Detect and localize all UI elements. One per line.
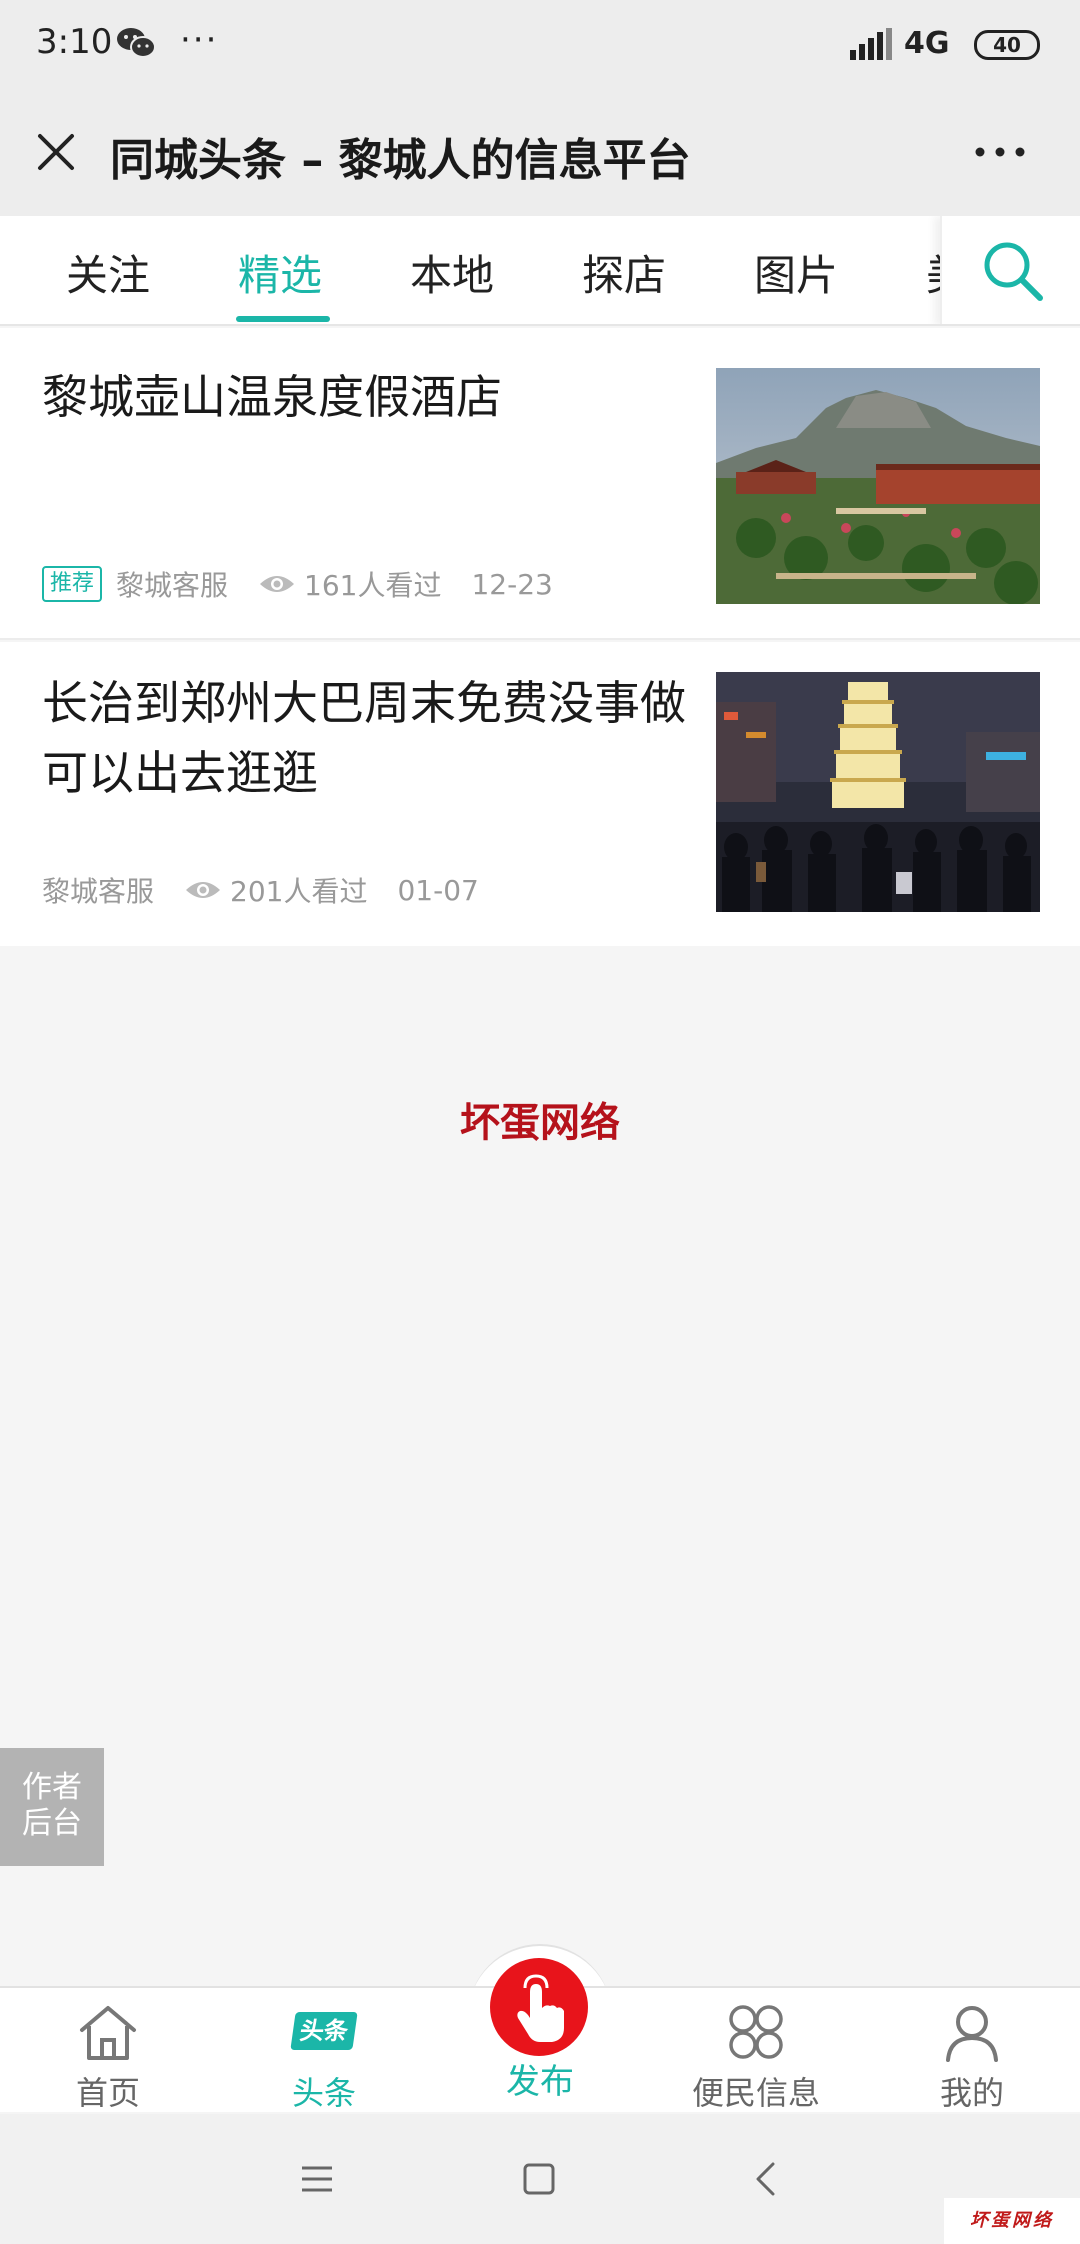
publish-button[interactable] <box>490 1958 588 2056</box>
more-options-icon[interactable] <box>970 132 1030 172</box>
title-bar: 同城头条 – 黎城人的信息平台 <box>0 90 1080 216</box>
nav-mine-label: 我的 <box>939 2074 1004 2112</box>
nav-home[interactable]: 首页 <box>0 1988 216 2114</box>
system-nav-bar <box>0 2114 1080 2244</box>
search-button[interactable] <box>940 216 1080 324</box>
menu-icon[interactable] <box>292 2154 342 2204</box>
category-tabs: 关注 精选 本地 探店 图片 美 <box>0 216 1080 326</box>
article-title: 长治到郑州大巴周末免费没事做可以出去逛逛 <box>42 676 686 800</box>
tab-featured[interactable]: 精选 <box>238 242 322 303</box>
hand-tap-icon <box>517 1974 564 2042</box>
nav-publish-label: 发布 <box>506 2062 574 2102</box>
active-tab-indicator <box>236 316 330 322</box>
status-time: 3:10 <box>36 22 113 62</box>
author-button-line1: 作者 <box>22 1770 82 1805</box>
recommend-badge: 推荐 <box>42 566 103 602</box>
nav-convenience[interactable]: 便民信息 <box>648 1988 864 2114</box>
watermark-text: 坏蛋网络 <box>460 1100 620 1146</box>
tab-local[interactable]: 本地 <box>410 242 494 303</box>
back-icon[interactable] <box>742 2154 792 2204</box>
home-square-icon[interactable] <box>514 2154 564 2204</box>
status-more-icon: ··· <box>180 20 219 60</box>
wechat-icon <box>117 28 156 58</box>
grid-icon <box>729 2005 783 2059</box>
headlines-icon: 头条 <box>290 2012 358 2050</box>
nav-headlines-label: 头条 <box>291 2074 356 2112</box>
tab-pictures[interactable]: 图片 <box>754 242 838 303</box>
article-views: 161人看过 <box>304 569 442 602</box>
user-icon <box>946 2006 998 2062</box>
author-backend-button[interactable]: 作者 后台 <box>0 1748 104 1866</box>
article-meta: 推荐 黎城客服 161人看过 12-23 <box>42 564 553 604</box>
article-item[interactable]: 黎城壶山温泉度假酒店 推荐 黎城客服 161人看过 12-23 <box>0 328 1080 640</box>
page: 3:10 ··· 4G 40 同城头条 – 黎城人的信息平台 关注 精选 本地 … <box>0 0 1080 2244</box>
status-bar: 3:10 ··· 4G 40 <box>0 0 1080 90</box>
nav-convenience-label: 便民信息 <box>691 2074 820 2112</box>
article-date: 01-07 <box>397 873 479 907</box>
page-title: 同城头条 – 黎城人的信息平台 <box>110 135 691 186</box>
article-views: 201人看过 <box>230 875 368 908</box>
article-title: 黎城壶山温泉度假酒店 <box>42 370 502 424</box>
eye-icon <box>260 576 295 592</box>
close-icon[interactable] <box>28 124 84 180</box>
article-date: 12-23 <box>471 567 553 601</box>
battery-icon: 40 <box>974 30 1040 60</box>
tab-follow[interactable]: 关注 <box>66 242 150 303</box>
article-thumbnail <box>716 368 1040 604</box>
nav-headlines[interactable]: 头条 头条 <box>216 1988 432 2114</box>
nav-home-label: 首页 <box>75 2074 140 2112</box>
article-item[interactable]: 长治到郑州大巴周末免费没事做可以出去逛逛 黎城客服 201人看过 01-07 <box>0 642 1080 946</box>
article-source: 黎城客服 <box>116 569 229 602</box>
search-icon <box>984 242 1043 301</box>
article-source: 黎城客服 <box>42 875 155 908</box>
article-meta: 黎城客服 201人看过 01-07 <box>42 870 479 910</box>
eye-icon <box>186 882 221 898</box>
nav-mine[interactable]: 我的 <box>864 1988 1080 2114</box>
home-icon <box>80 2006 136 2060</box>
corner-watermark: 坏蛋网络 <box>944 2198 1080 2244</box>
article-thumbnail <box>716 672 1040 912</box>
author-button-line2: 后台 <box>22 1806 82 1841</box>
network-type: 4G <box>904 26 950 61</box>
tab-store-visit[interactable]: 探店 <box>582 242 666 303</box>
signal-icon <box>850 28 892 60</box>
